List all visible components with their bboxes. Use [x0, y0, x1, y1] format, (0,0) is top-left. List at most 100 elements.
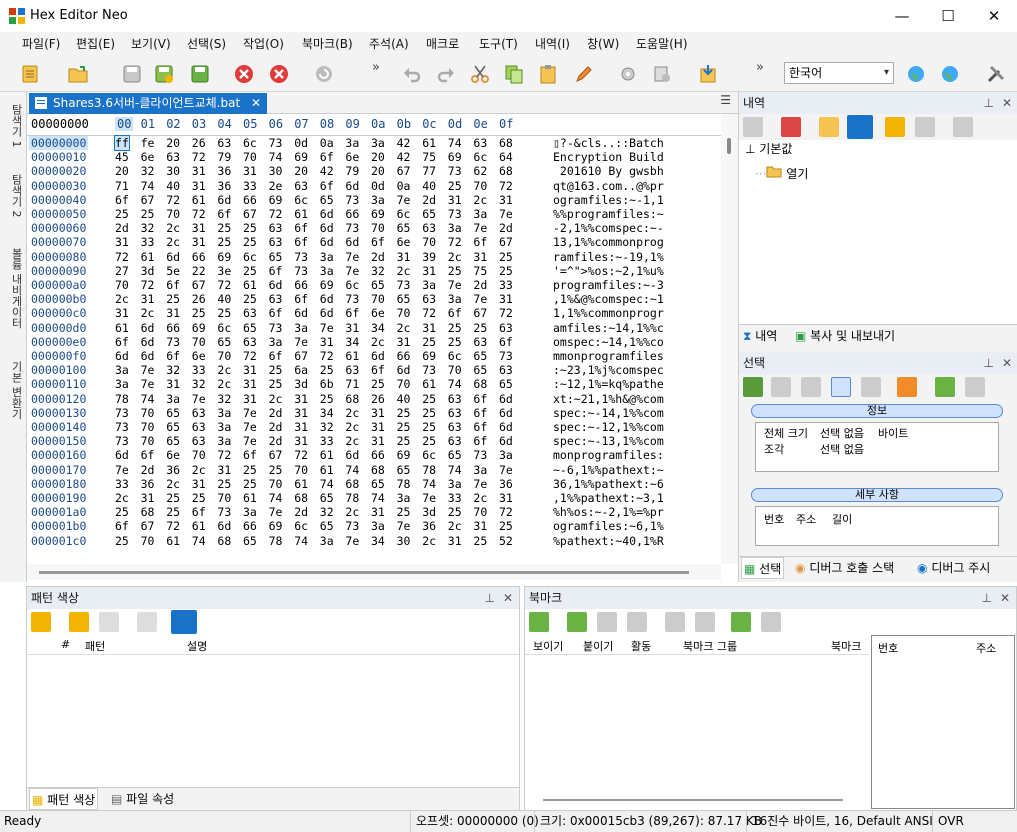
hex-byte[interactable]: 2c — [448, 519, 462, 533]
ascii-row[interactable]: %pathext:~40,1%R — [553, 534, 664, 548]
new-file-button[interactable] — [16, 60, 44, 88]
hex-byte[interactable]: 31 — [371, 406, 385, 420]
hex-byte[interactable]: 6f — [371, 235, 385, 249]
hex-byte[interactable]: 32 — [217, 392, 231, 406]
hex-byte[interactable]: 7e — [320, 321, 334, 335]
hex-byte[interactable]: 2c — [345, 406, 359, 420]
hex-byte[interactable]: 63 — [448, 420, 462, 434]
hex-byte[interactable]: 73 — [217, 505, 231, 519]
hex-byte[interactable]: 78 — [422, 463, 436, 477]
hex-byte[interactable]: 72 — [217, 448, 231, 462]
hex-byte[interactable]: 2d — [269, 406, 283, 420]
hex-byte[interactable]: 25 — [243, 463, 257, 477]
hex-byte[interactable]: 67 — [397, 164, 411, 178]
hex-byte[interactable]: 74 — [294, 534, 308, 548]
hex-byte[interactable]: 2c — [473, 193, 487, 207]
hex-byte[interactable]: 72 — [499, 505, 513, 519]
hex-byte[interactable]: 61 — [166, 534, 180, 548]
hex-byte[interactable]: 70 — [294, 463, 308, 477]
hex-byte[interactable]: 6c — [345, 278, 359, 292]
hex-byte[interactable]: 36 — [422, 519, 436, 533]
hex-byte[interactable]: fe — [141, 136, 155, 150]
hex-byte[interactable]: 65 — [166, 406, 180, 420]
hex-byte[interactable]: 36 — [217, 179, 231, 193]
hex-byte[interactable]: 3a — [448, 477, 462, 491]
hex-byte[interactable]: 31 — [115, 235, 129, 249]
hex-byte[interactable]: 25 — [243, 221, 257, 235]
hex-byte[interactable]: 27 — [115, 264, 129, 278]
bookmark-hscroll[interactable] — [543, 799, 843, 801]
hex-byte[interactable]: 33 — [192, 363, 206, 377]
hex-byte[interactable]: 74 — [320, 477, 334, 491]
hex-byte[interactable]: 31 — [141, 292, 155, 306]
hex-byte[interactable]: 65 — [371, 278, 385, 292]
hex-byte[interactable]: 72 — [269, 207, 283, 221]
subtab-copy-export[interactable]: ▣ 복사 및 내보내기 — [795, 325, 895, 347]
ascii-row[interactable]: 1,1%%commonprogr — [553, 306, 664, 320]
language-select[interactable]: 한국어 ▾ — [784, 62, 894, 84]
hex-byte[interactable]: 6f — [473, 392, 487, 406]
ascii-row[interactable]: ogramfiles:~-1,1 — [553, 193, 664, 207]
hex-byte[interactable]: 70 — [141, 534, 155, 548]
hex-byte[interactable]: 70 — [243, 150, 257, 164]
hex-byte[interactable]: 32 — [371, 264, 385, 278]
hex-byte[interactable]: 79 — [345, 164, 359, 178]
hex-byte[interactable]: 31 — [473, 519, 487, 533]
hex-byte[interactable]: 25 — [397, 406, 411, 420]
pattern-add-button[interactable] — [31, 612, 51, 632]
hex-byte[interactable]: 6e — [166, 448, 180, 462]
hex-byte[interactable]: 2c — [371, 335, 385, 349]
hex-byte[interactable]: 42 — [397, 150, 411, 164]
hex-byte[interactable]: 73 — [448, 207, 462, 221]
history-btn-5[interactable] — [885, 117, 905, 137]
export-button[interactable] — [694, 60, 722, 88]
menu-window[interactable]: 창(W) — [587, 32, 619, 56]
hex-byte[interactable]: 2c — [141, 306, 155, 320]
hex-byte[interactable]: 69 — [320, 278, 334, 292]
hex-byte[interactable]: 6d — [269, 278, 283, 292]
hex-byte[interactable]: 6f — [448, 306, 462, 320]
hex-byte[interactable]: 3a — [448, 292, 462, 306]
hex-byte[interactable]: 73 — [345, 193, 359, 207]
ascii-row[interactable]: 13,1%%commonprog — [553, 235, 664, 249]
hex-byte[interactable]: 25 — [115, 207, 129, 221]
hex-byte[interactable]: 72 — [294, 448, 308, 462]
hex-byte[interactable]: 6d — [166, 250, 180, 264]
hex-byte[interactable]: 6f — [115, 519, 129, 533]
hex-byte[interactable]: 6f — [473, 406, 487, 420]
hex-byte[interactable]: 0d — [371, 179, 385, 193]
hex-byte[interactable]: 67 — [473, 306, 487, 320]
hex-byte[interactable]: 73 — [345, 519, 359, 533]
hex-byte[interactable]: 66 — [166, 321, 180, 335]
ascii-row[interactable]: :~12,1%=kq%pathe — [553, 377, 664, 391]
hex-byte[interactable]: 77 — [422, 164, 436, 178]
hex-byte[interactable]: 25 — [422, 406, 436, 420]
hex-byte[interactable]: 0a — [397, 179, 411, 193]
hex-byte[interactable]: 6f — [473, 235, 487, 249]
hex-byte[interactable]: 31 — [371, 434, 385, 448]
hex-byte[interactable]: 67 — [294, 349, 308, 363]
pattern-apply-button[interactable] — [171, 610, 197, 634]
hex-byte[interactable]: 62 — [473, 164, 487, 178]
globe-button-1[interactable] — [902, 60, 930, 88]
hex-byte[interactable]: 7e — [115, 463, 129, 477]
hex-byte[interactable]: 25 — [243, 235, 257, 249]
hex-byte[interactable]: 31 — [192, 179, 206, 193]
hex-byte[interactable]: 74 — [371, 491, 385, 505]
pin-icon[interactable]: ⊥ — [485, 587, 495, 609]
hex-byte[interactable]: 31 — [192, 221, 206, 235]
hex-byte[interactable]: 63 — [448, 392, 462, 406]
menu-annotations[interactable]: 주석(A) — [369, 32, 409, 56]
hex-byte[interactable]: 6d — [115, 349, 129, 363]
hex-byte[interactable]: 64 — [499, 150, 513, 164]
hex-byte[interactable]: 70 — [141, 406, 155, 420]
close-doc-button[interactable] — [230, 60, 258, 88]
hex-byte[interactable]: 70 — [473, 505, 487, 519]
hex-byte[interactable]: 6d — [217, 519, 231, 533]
hex-byte[interactable]: 6f — [320, 150, 334, 164]
hex-byte[interactable]: 63 — [269, 292, 283, 306]
cut-button[interactable] — [466, 60, 494, 88]
redo-button[interactable] — [432, 60, 460, 88]
hex-byte[interactable]: 63 — [345, 363, 359, 377]
refresh-button[interactable] — [310, 60, 338, 88]
